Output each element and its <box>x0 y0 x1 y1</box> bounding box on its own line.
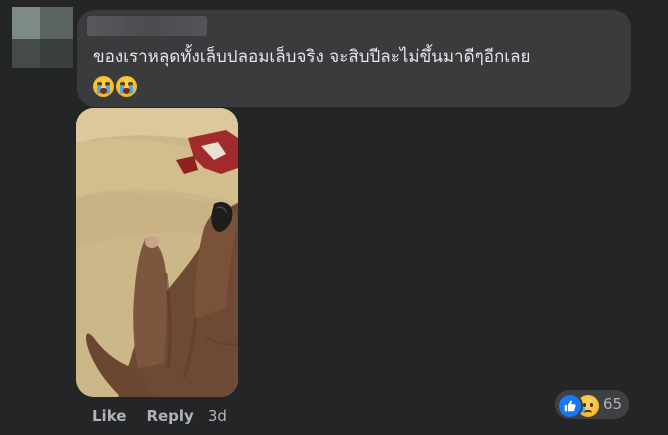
reaction-count: 65 <box>603 395 623 413</box>
comment-thread: ของเราหลุดทั้งเล็บปลอมเล็บจริง จะสิบปีละ… <box>0 0 668 435</box>
reply-button[interactable]: Reply <box>146 407 193 425</box>
avatar-pixel <box>12 39 40 68</box>
comment-photo[interactable] <box>76 108 238 397</box>
avatar-pixel <box>40 39 73 68</box>
comment-actions: Like Reply 3d <box>92 406 227 426</box>
emoji-row <box>93 76 137 98</box>
author-name-redacted[interactable] <box>87 16 207 36</box>
avatar-pixel <box>12 7 40 39</box>
comment-timestamp[interactable]: 3d <box>208 407 227 425</box>
avatar-pixel <box>40 7 73 39</box>
comment-text: ของเราหลุดทั้งเล็บปลอมเล็บจริง จะสิบปีละ… <box>93 47 531 67</box>
comment-bubble: ของเราหลุดทั้งเล็บปลอมเล็บจริง จะสิบปีละ… <box>77 10 631 107</box>
reactions-summary[interactable]: 65 <box>555 390 629 419</box>
like-reaction-icon <box>557 393 583 419</box>
crying-face-emoji <box>116 76 137 97</box>
avatar[interactable] <box>12 7 73 68</box>
thumbs-up-icon <box>564 400 576 412</box>
hand-photo-image <box>76 108 238 397</box>
crying-face-emoji <box>93 76 114 97</box>
like-button[interactable]: Like <box>92 407 126 425</box>
